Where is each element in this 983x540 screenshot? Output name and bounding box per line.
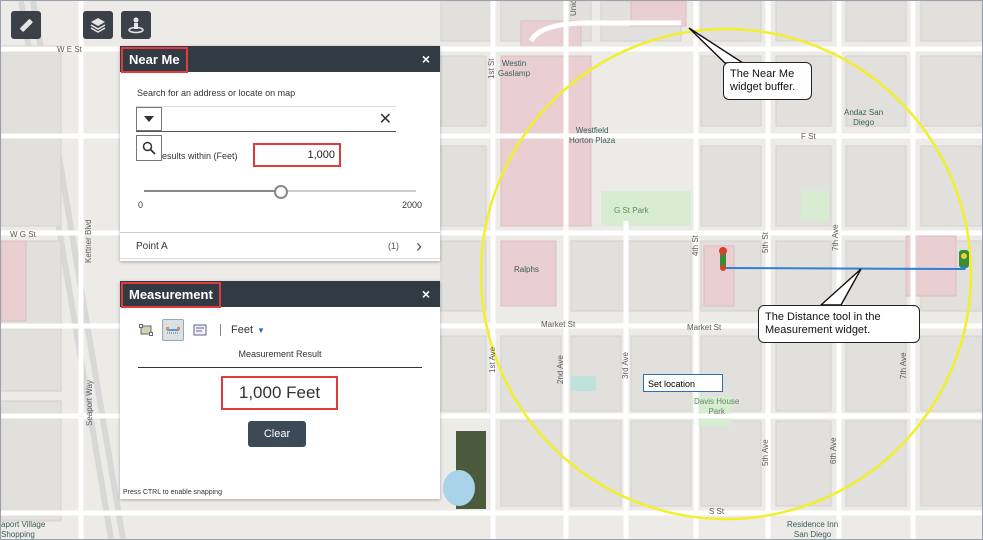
measurement-close-icon[interactable]: × — [422, 286, 430, 302]
street-label: W G St — [10, 230, 36, 239]
street-label: W E St — [57, 45, 82, 54]
near-me-widget: Near Me × Search for an address or locat… — [120, 46, 440, 261]
measurement-result-value: 1,000 Feet — [221, 376, 338, 410]
measurement-title: Measurement — [121, 282, 221, 308]
slider-fill — [144, 190, 280, 192]
location-tool-button[interactable] — [190, 320, 210, 340]
unit-label: Feet — [231, 324, 254, 336]
near-me-title: Near Me — [121, 47, 188, 73]
results-within-label: esults within (Feet) — [162, 151, 238, 161]
place-label: Ralphs — [514, 265, 539, 274]
clear-search-icon[interactable]: ✕ — [379, 109, 392, 129]
layers-icon — [90, 18, 106, 33]
set-location-tooltip: Set location — [643, 374, 723, 392]
search-source-dropdown[interactable] — [136, 107, 162, 131]
measure-tool-button[interactable] — [11, 11, 41, 39]
measurement-tools: Feet ▼ — [136, 319, 265, 341]
place-label: Andaz San Diego — [844, 108, 884, 127]
locate-person-icon — [128, 17, 144, 34]
street-label: 1st St — [487, 58, 496, 79]
divider — [138, 367, 422, 368]
map-app-frame: W E St W G St Kettner Blvd 1st St Unio 4… — [0, 0, 983, 540]
near-me-header: Near Me × — [120, 46, 440, 73]
street-label: S St — [709, 507, 725, 516]
place-label: G St Park — [614, 206, 649, 215]
street-label: Market St — [541, 320, 576, 329]
street-label: 1st Ave — [488, 346, 497, 373]
near-me-close-icon[interactable]: × — [422, 51, 430, 67]
place-label: Davis House Park — [694, 397, 740, 416]
area-tool-icon — [139, 324, 153, 336]
search-button[interactable] — [136, 135, 162, 161]
clear-button[interactable]: Clear — [248, 421, 306, 447]
chevron-right-icon[interactable]: › — [416, 236, 422, 257]
divider — [120, 258, 440, 259]
result-count: (1) — [388, 241, 399, 251]
snapping-note: Press CTRL to enable snapping — [123, 489, 222, 496]
distance-input[interactable]: 1,000 — [253, 143, 341, 167]
slider-handle[interactable] — [274, 185, 288, 199]
area-tool-button[interactable] — [136, 320, 156, 340]
street-label: 3rd Ave — [621, 352, 630, 379]
near-me-button[interactable] — [121, 11, 151, 39]
street-label: 5th Ave — [761, 439, 770, 466]
place-label: Residence Inn San Diego — [787, 520, 839, 539]
slider-max-label: 2000 — [401, 200, 422, 210]
street-label: Unio — [569, 0, 578, 16]
search-input[interactable]: ✕ — [136, 106, 396, 132]
street-label: Market St — [687, 323, 722, 332]
measurement-result-label: Measurement Result — [238, 349, 322, 359]
street-label: 2nd Ave — [556, 355, 565, 384]
search-label: Search for an address or locate on map — [137, 88, 296, 98]
street-label: Kettner Blvd — [84, 219, 93, 263]
street-label: 4th St — [691, 235, 700, 256]
search-icon — [142, 141, 156, 155]
start-point-marker[interactable] — [717, 246, 729, 272]
street-label: Seaport Way — [85, 380, 94, 426]
distance-tool-icon — [166, 327, 180, 334]
distance-tool-callout: The Distance tool in the Measurement wid… — [758, 305, 920, 343]
measurement-header: Measurement × — [120, 281, 440, 308]
layers-button[interactable] — [83, 11, 113, 39]
toolbar-separator — [220, 324, 221, 336]
end-point-marker[interactable] — [958, 249, 970, 271]
caret-down-icon — [144, 116, 154, 122]
caret-down-icon: ▼ — [257, 325, 265, 335]
divider — [120, 232, 440, 233]
street-label: 7th Ave — [899, 352, 908, 379]
place-label: Westfield Horton Plaza — [569, 126, 616, 145]
result-point-label[interactable]: Point A — [136, 241, 168, 252]
unit-select[interactable]: Feet ▼ — [231, 324, 265, 336]
distance-tool-button[interactable] — [162, 319, 184, 341]
ruler-icon — [20, 19, 33, 32]
slider-min-label: 0 — [138, 200, 144, 210]
measurement-widget: Measurement × Feet ▼ Measurement Result … — [120, 281, 440, 499]
street-label: F St — [801, 132, 816, 141]
place-label: aport Village Shopping — [1, 520, 46, 539]
place-label: Westin Gaslamp — [498, 59, 531, 78]
street-label: 5th St — [761, 232, 770, 253]
street-label: 6th Ave — [829, 437, 838, 464]
buffer-callout: The Near Me widget buffer. — [723, 62, 812, 100]
street-label: 7th Ave — [831, 224, 840, 251]
location-tool-icon — [193, 324, 207, 336]
